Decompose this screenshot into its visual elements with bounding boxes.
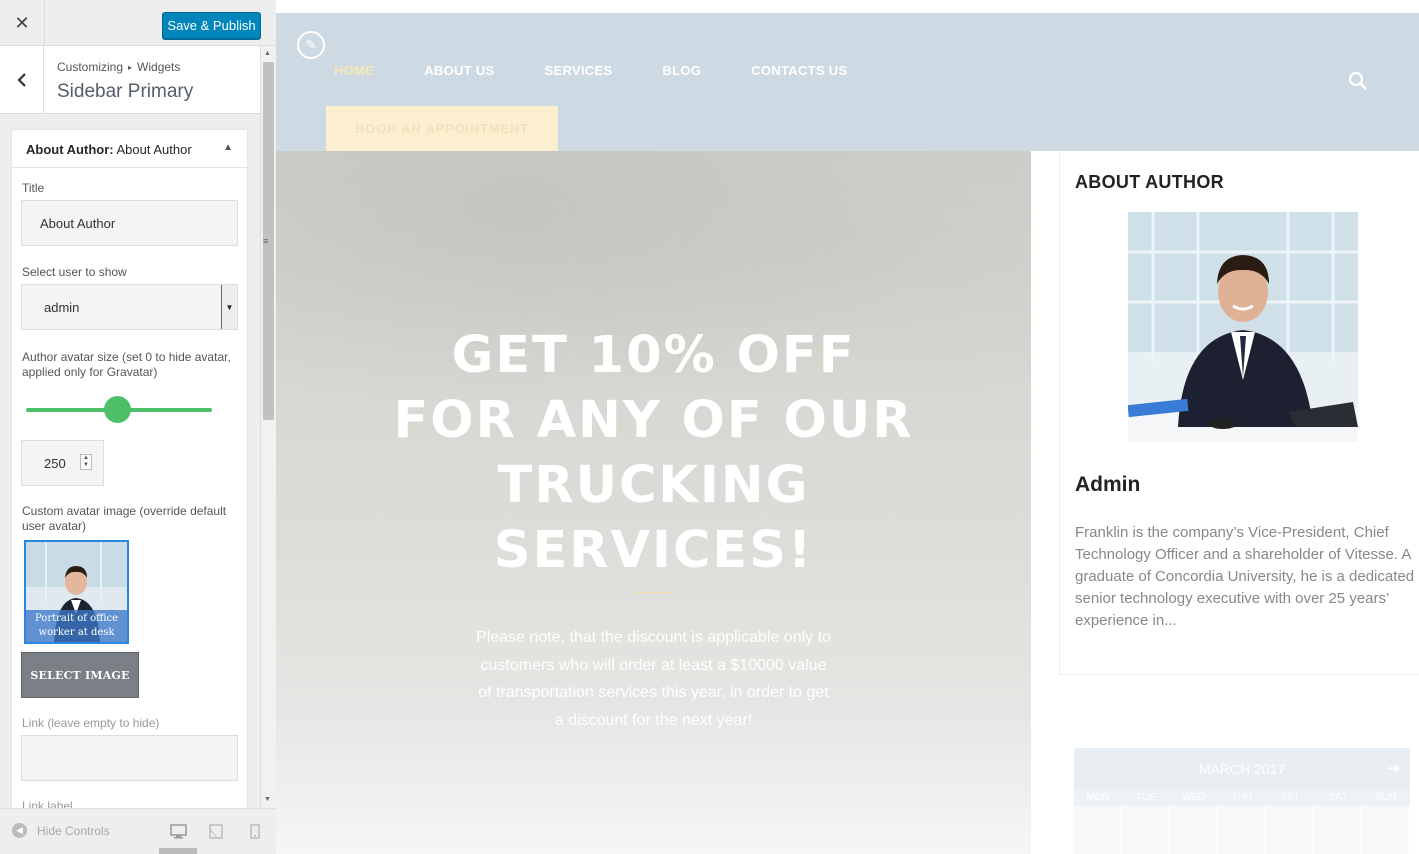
controls-scroll-area: About Author: About Author ▲ Title About… [0, 114, 260, 808]
weekday-label: THU [1231, 792, 1253, 803]
hero-title: GET 10% OFF FOR ANY OF OUR TRUCKING SERV… [393, 326, 914, 580]
link-label-field-label: Link label [22, 799, 73, 808]
calendar-widget: MARCH 2017 ➜ MON TUE WED THU FRI SAT SUN [1074, 748, 1410, 854]
breadcrumb: Customizing ▸ Widgets [57, 60, 180, 74]
next-month-arrow-icon[interactable]: ➜ [1387, 748, 1400, 790]
hero-divider [634, 592, 672, 593]
collapse-circle-icon: ◀ [12, 823, 27, 838]
desktop-icon[interactable] [170, 824, 187, 844]
weekday-label: MON [1086, 792, 1110, 803]
search-icon[interactable] [1348, 71, 1368, 96]
title-label: Title [22, 181, 45, 195]
link-label: Link (leave empty to hide) [22, 716, 160, 730]
back-arrow-icon[interactable] [0, 46, 44, 113]
number-spinner-icon[interactable]: ▲ ▼ [80, 454, 92, 470]
link-input[interactable] [21, 735, 238, 781]
breadcrumb-root: Customizing [57, 60, 124, 74]
avatar-size-value: 250 [44, 455, 66, 471]
scroll-up-icon[interactable]: ▲ [264, 50, 271, 57]
weekday-label: TUE [1136, 792, 1156, 803]
section-title: Sidebar Primary [57, 81, 194, 102]
hide-controls-button[interactable]: ◀ Hide Controls [12, 823, 110, 838]
mobile-icon[interactable] [250, 824, 260, 844]
widget-header[interactable]: About Author: About Author ▲ [12, 130, 247, 168]
about-author-widget: About Author: About Author ▲ Title About… [11, 129, 248, 808]
widget-name: About Author [116, 142, 192, 157]
select-image-button[interactable]: SELECT IMAGE [21, 652, 139, 698]
custom-avatar-thumbnail[interactable]: Portrait of office worker at desk [24, 540, 129, 644]
user-select[interactable]: admin ▼ [21, 284, 238, 330]
edit-pencil-icon[interactable]: ✎ [297, 31, 325, 59]
close-icon[interactable]: ✕ [0, 0, 45, 46]
collapse-arrow-icon[interactable]: ▲ [223, 142, 233, 153]
dropdown-arrow-icon[interactable]: ▼ [221, 285, 237, 329]
nav-item-blog[interactable]: BLOG [662, 63, 701, 78]
weekday-label: SUN [1375, 792, 1397, 803]
author-photo [1128, 212, 1358, 442]
avatar-size-input[interactable]: 250 ▲ ▼ [21, 440, 104, 486]
customizer-panel: ✕ Save & Publish Customizing ▸ Widgets Sid… [0, 0, 276, 854]
panel-footer: ◀ Hide Controls [0, 808, 276, 854]
hide-controls-label: Hide Controls [37, 823, 110, 838]
panel-header: ✕ Save & Publish [0, 0, 276, 46]
active-device-indicator [159, 848, 197, 854]
nav-item-about-us[interactable]: ABOUT US [424, 63, 494, 78]
avatar-caption: Portrait of office worker at desk [26, 610, 127, 642]
about-author-sidebar-widget: ABOUT AUTHOR Admin Franklin is the compa… [1059, 151, 1419, 675]
breadcrumb-current: Widgets [137, 60, 181, 74]
nav-item-contacts-us[interactable]: CONTACTS US [751, 63, 847, 78]
scroll-down-icon[interactable]: ▼ [264, 796, 271, 803]
nav-item-services[interactable]: SERVICES [545, 63, 613, 78]
site-header: ✎ HOME ABOUT US SERVICES BLOG CONTACTS U… [276, 13, 1419, 151]
hero-banner: GET 10% OFF FOR ANY OF OUR TRUCKING SERV… [276, 151, 1031, 854]
avatar-size-slider-thumb[interactable] [103, 396, 131, 423]
calendar-weekdays: MON TUE WED THU FRI SAT SUN [1074, 790, 1410, 806]
widget-type: About Author: [26, 142, 114, 157]
custom-avatar-label: Custom avatar image (override default us… [22, 504, 227, 533]
title-input[interactable]: About Author [21, 200, 238, 246]
save-publish-button[interactable]: Save & Publish [162, 12, 261, 39]
author-bio: Franklin is the company’s Vice-President… [1075, 524, 1415, 629]
site-preview: ✎ HOME ABOUT US SERVICES BLOG CONTACTS U… [276, 0, 1419, 854]
user-select-value: admin [44, 299, 80, 315]
tablet-icon[interactable] [209, 824, 223, 844]
weekday-label: FRI [1281, 792, 1299, 803]
user-select-label: Select user to show [22, 265, 127, 279]
scrollbar-grip-icon: ≡ [263, 236, 269, 246]
author-name: Admin [1075, 473, 1141, 496]
about-author-heading: ABOUT AUTHOR [1075, 172, 1224, 192]
calendar-month: MARCH 2017 [1198, 761, 1286, 777]
breadcrumb-separator: ▸ [128, 63, 133, 72]
calendar-header: MARCH 2017 ➜ [1074, 748, 1410, 790]
book-appointment-button[interactable]: BOOK AN APPOINTMENT [326, 106, 558, 151]
main-nav: HOME ABOUT US SERVICES BLOG CONTACTS US [334, 63, 897, 78]
nav-item-home[interactable]: HOME [334, 63, 374, 78]
section-title-bar: Customizing ▸ Widgets Sidebar Primary [0, 46, 260, 114]
weekday-label: SAT [1328, 792, 1348, 803]
hero-text: Please note, that the discount is applic… [476, 629, 831, 729]
weekday-label: WED [1182, 792, 1206, 803]
panel-scrollbar[interactable]: ▲ ≡ ▼ [260, 46, 276, 808]
calendar-grid [1074, 806, 1410, 854]
avatar-size-label: Author avatar size (set 0 to hide avatar… [22, 350, 231, 379]
